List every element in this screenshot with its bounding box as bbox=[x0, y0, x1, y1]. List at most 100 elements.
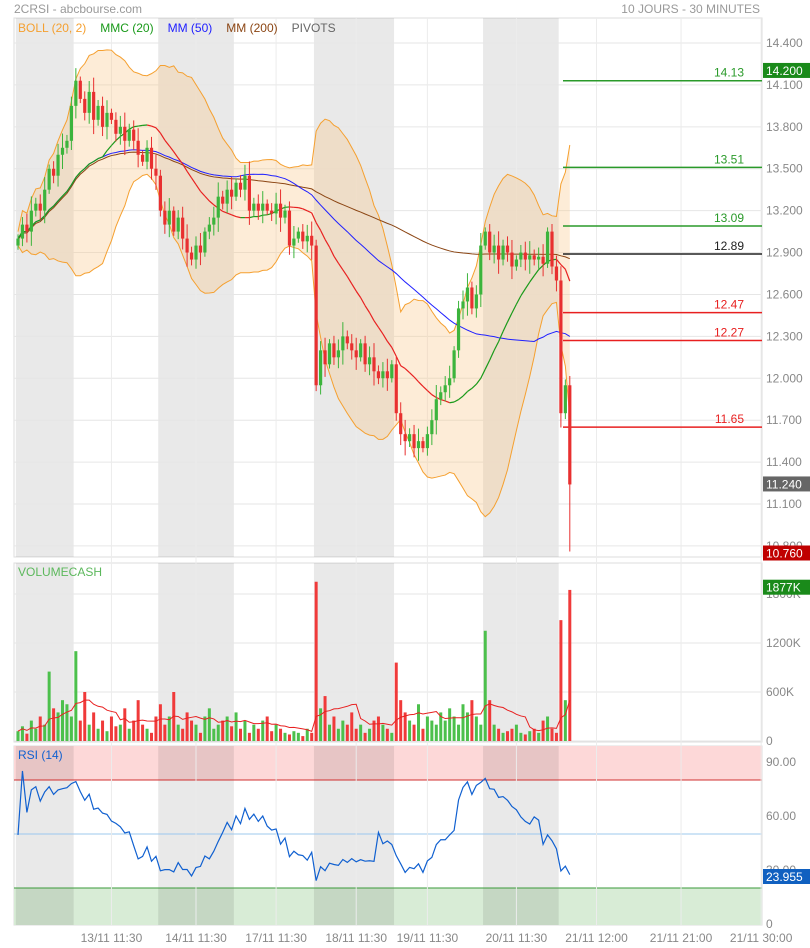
volume-bar bbox=[101, 720, 105, 741]
candle-body bbox=[550, 231, 554, 267]
volume-bar bbox=[434, 724, 438, 741]
candle-body bbox=[381, 371, 385, 379]
volume-bar bbox=[497, 728, 501, 741]
candle-body bbox=[488, 231, 492, 253]
candle-body bbox=[537, 256, 541, 260]
candle-body bbox=[336, 350, 340, 358]
price-tick-label: 12.000 bbox=[766, 371, 803, 385]
candle-body bbox=[345, 336, 349, 344]
candle-body bbox=[252, 203, 256, 211]
legend-boll[interactable]: BOLL (20, 2) bbox=[18, 21, 86, 35]
price-tick-label: 12.600 bbox=[766, 287, 803, 301]
volume-bar bbox=[341, 720, 345, 741]
candle-body bbox=[385, 371, 389, 379]
candle-body bbox=[523, 252, 527, 260]
candle-body bbox=[221, 196, 225, 204]
volume-bar bbox=[194, 724, 198, 741]
candle-body bbox=[479, 245, 483, 295]
volume-bar bbox=[216, 724, 220, 741]
rsi-tick-label: 90.00 bbox=[766, 755, 796, 769]
legend-mm200[interactable]: MM (200) bbox=[226, 21, 277, 35]
volume-bar bbox=[452, 716, 456, 741]
time-tick-label: 21/11 12:00 bbox=[565, 931, 628, 945]
candle-body bbox=[52, 168, 56, 176]
candle-body bbox=[114, 119, 118, 134]
volume-bar bbox=[256, 728, 260, 741]
candle-body bbox=[497, 245, 501, 260]
candle-body bbox=[207, 224, 211, 232]
candle-body bbox=[465, 287, 470, 302]
candle-body bbox=[314, 245, 318, 386]
candle-body bbox=[145, 147, 149, 162]
candle-body bbox=[172, 210, 176, 232]
volume-bar bbox=[105, 731, 109, 741]
volume-bar bbox=[92, 712, 96, 741]
price-tick-label: 14.100 bbox=[766, 78, 803, 92]
candle-body bbox=[292, 238, 296, 246]
candle-body bbox=[34, 203, 38, 211]
candle-body bbox=[234, 182, 238, 197]
candle-body bbox=[452, 350, 456, 379]
volume-bar bbox=[501, 732, 505, 741]
candle-body bbox=[399, 413, 403, 435]
stock-chart[interactable]: 14.400 14.100 13.800 13.500 13.200 12.900 12.6… bbox=[0, 0, 810, 948]
candle-body bbox=[296, 231, 300, 239]
volume-bar bbox=[523, 734, 527, 741]
candle-body bbox=[243, 175, 247, 190]
candle-body bbox=[350, 343, 354, 351]
candle-body bbox=[278, 203, 283, 218]
volume-bar bbox=[448, 708, 452, 741]
candle-body bbox=[305, 235, 309, 242]
candle-body bbox=[118, 126, 122, 134]
volume-bar bbox=[354, 728, 358, 741]
volume-bar bbox=[38, 716, 42, 741]
volume-bar bbox=[74, 651, 78, 741]
volume-bar bbox=[385, 728, 389, 741]
rsi-panel-label: RSI (14) bbox=[18, 748, 63, 762]
volume-bar bbox=[474, 716, 478, 741]
candle-body bbox=[216, 196, 220, 218]
candle-body bbox=[403, 434, 407, 442]
volume-bar bbox=[359, 724, 363, 741]
candle-body bbox=[96, 105, 100, 120]
volume-bar bbox=[43, 724, 47, 741]
volume-bar bbox=[69, 716, 73, 741]
volume-bar bbox=[247, 732, 251, 741]
price-tick-label: 11.400 bbox=[766, 455, 802, 469]
volume-bar bbox=[150, 732, 153, 741]
candle-body bbox=[69, 105, 73, 141]
candle-body bbox=[176, 217, 180, 232]
candle-body bbox=[412, 434, 416, 449]
candle-body bbox=[100, 105, 105, 127]
candle-body bbox=[16, 238, 20, 246]
legend-pivots[interactable]: PIVOTS bbox=[292, 21, 336, 35]
volume-bar bbox=[287, 734, 291, 741]
candle-body bbox=[483, 231, 487, 246]
candle-body bbox=[310, 235, 314, 246]
legend-mmc20[interactable]: MMC (20) bbox=[100, 21, 153, 35]
candle-body bbox=[425, 434, 429, 449]
candle-body bbox=[247, 175, 251, 211]
candle-body bbox=[60, 147, 65, 155]
candle-body bbox=[181, 217, 185, 239]
day-band bbox=[313, 746, 395, 925]
time-tick-label: 21/11 21:00 bbox=[650, 931, 713, 945]
volume-tick-label: 0 bbox=[766, 734, 773, 748]
price-badge: 11.240 bbox=[766, 477, 802, 491]
volume-bar bbox=[212, 728, 216, 741]
candle-body bbox=[194, 245, 198, 260]
candle-body bbox=[519, 252, 523, 260]
candle-body bbox=[56, 154, 60, 176]
volume-bar bbox=[123, 708, 127, 741]
legend-mm50[interactable]: MM (50) bbox=[168, 21, 213, 35]
time-tick-label: 20/11 11:30 bbox=[486, 931, 548, 945]
volume-bar bbox=[554, 732, 558, 741]
volume-bar bbox=[541, 720, 545, 741]
volume-bar bbox=[328, 724, 331, 741]
pivot-label: 12.89 bbox=[714, 239, 744, 253]
price-tick-label: 14.400 bbox=[766, 36, 803, 50]
volume-bar bbox=[417, 704, 420, 741]
pivot-label: 12.47 bbox=[714, 298, 744, 312]
candle-body bbox=[29, 210, 33, 232]
candle-body bbox=[123, 126, 127, 141]
